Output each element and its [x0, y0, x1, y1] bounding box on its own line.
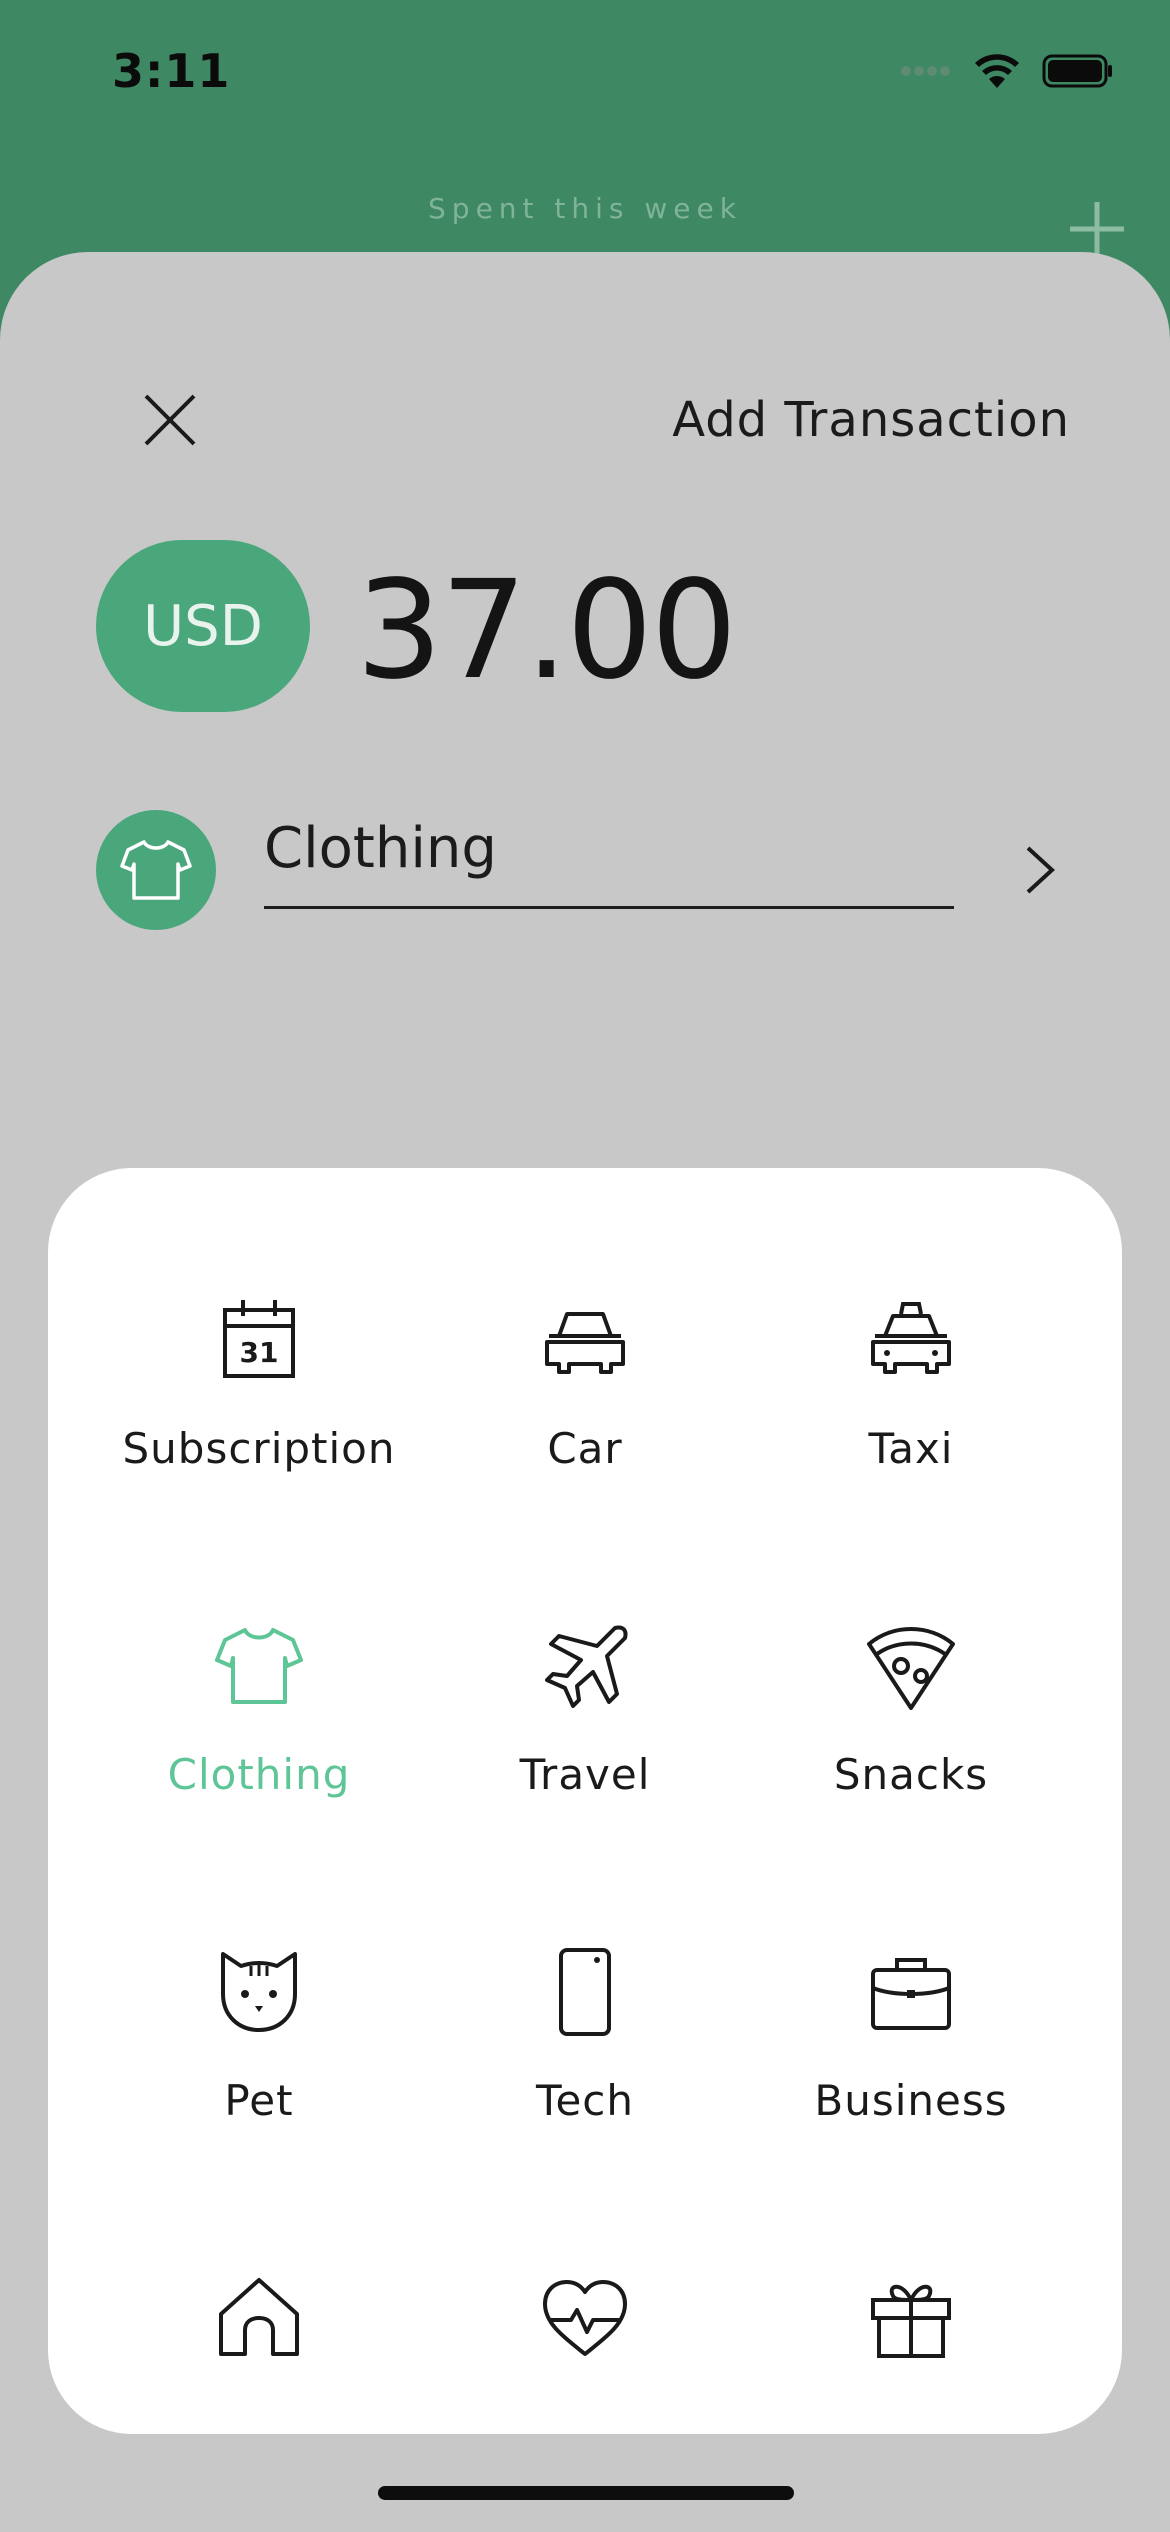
category-label: Car: [547, 1424, 623, 1473]
home-icon: [219, 2278, 299, 2356]
category-item-tech[interactable]: Tech: [422, 1944, 748, 2244]
pizza-icon: [867, 1627, 955, 1710]
status-icons: [900, 52, 1114, 90]
shirt-icon: [120, 840, 192, 900]
taxi-icon: [871, 1302, 951, 1374]
category-item-gift[interactable]: [748, 2270, 1074, 2434]
category-label: Pet: [224, 2076, 294, 2125]
battery-icon: [1042, 54, 1112, 88]
category-item-business[interactable]: Business: [748, 1944, 1074, 2244]
category-badge[interactable]: [96, 810, 216, 930]
category-item-snacks[interactable]: Snacks: [748, 1618, 1074, 1918]
status-time: 3:11: [112, 44, 231, 98]
category-item-subscription[interactable]: 31 Subscription: [96, 1292, 422, 1592]
airplane-icon: [545, 1625, 628, 1708]
category-label: Tech: [535, 2076, 635, 2125]
sheet-title: Add Transaction: [672, 392, 1070, 448]
category-label: Snacks: [833, 1750, 989, 1799]
heart-pulse-icon: [543, 2280, 627, 2356]
phone-icon: [559, 1948, 611, 2036]
currency-button[interactable]: USD: [96, 540, 310, 712]
category-item-health[interactable]: [422, 2270, 748, 2434]
category-field[interactable]: Clothing: [264, 810, 954, 909]
category-label: Clothing: [167, 1750, 351, 1799]
weekly-spend-label: Spent this week: [428, 192, 742, 225]
gift-icon: [871, 2284, 951, 2358]
category-label: Business: [814, 2076, 1008, 2125]
category-item-taxi[interactable]: Taxi: [748, 1292, 1074, 1592]
category-field-value: Clothing: [264, 816, 497, 881]
category-label: Travel: [519, 1750, 651, 1799]
close-icon[interactable]: [130, 380, 210, 460]
svg-text:31: 31: [240, 1336, 279, 1369]
car-icon: [545, 1312, 625, 1374]
amount-value[interactable]: 37.00: [356, 552, 737, 710]
category-picker: 31 Subscription Car Taxi Clothing Travel…: [48, 1168, 1122, 2434]
shirt-icon: [215, 1628, 303, 1704]
chevron-right-icon[interactable]: [1020, 842, 1060, 898]
cellular-signal-icon: [901, 66, 950, 76]
category-item-travel[interactable]: Travel: [422, 1618, 748, 1918]
briefcase-icon: [871, 1958, 951, 2030]
category-label: Taxi: [868, 1424, 954, 1473]
category-item-pet[interactable]: Pet: [96, 1944, 422, 2244]
category-label: Subscription: [122, 1424, 396, 1473]
category-item-clothing[interactable]: Clothing: [96, 1618, 422, 1918]
status-bar: 3:11: [0, 0, 1170, 150]
wifi-icon: [975, 54, 1019, 88]
calendar-icon: 31: [223, 1300, 295, 1378]
cat-icon: [221, 1952, 297, 2032]
home-indicator[interactable]: [378, 2486, 794, 2500]
category-item-home[interactable]: [96, 2270, 422, 2434]
category-item-car[interactable]: Car: [422, 1292, 748, 1592]
